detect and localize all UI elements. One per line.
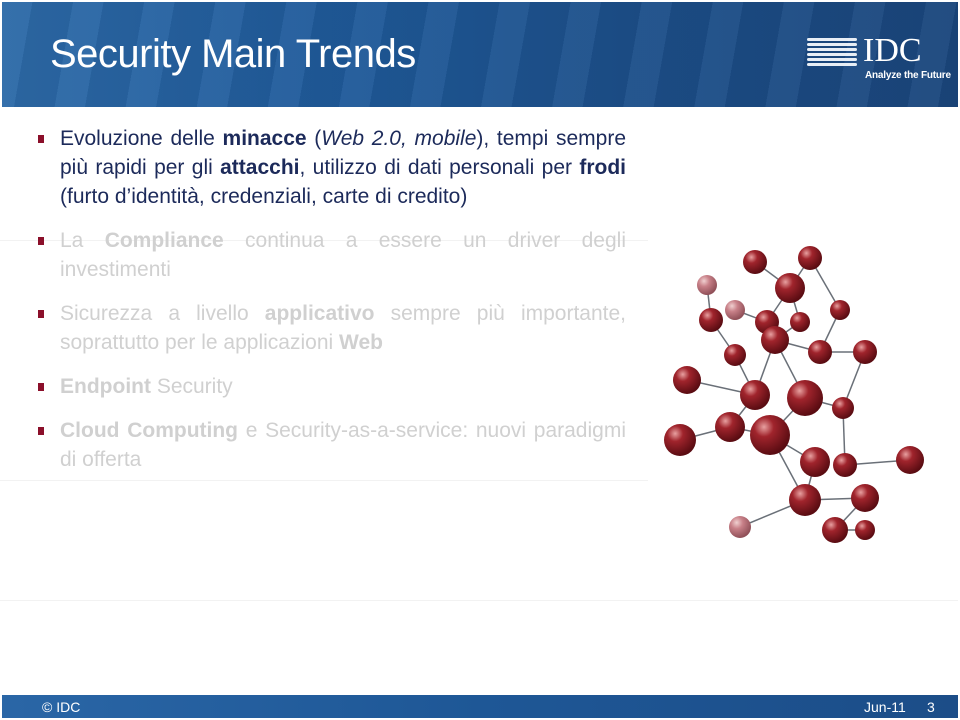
bullet-text: minacce bbox=[222, 127, 307, 150]
molecule-atom bbox=[775, 273, 805, 303]
bullet-text: applicativo bbox=[264, 302, 375, 325]
bullet-item: Evoluzione delle minacce (Web 2.0, mobil… bbox=[38, 124, 626, 211]
molecule-atom bbox=[750, 415, 790, 455]
copyright: © IDC bbox=[42, 699, 81, 715]
molecule-atom bbox=[896, 446, 924, 474]
molecule-atom bbox=[830, 300, 850, 320]
bullet-text: Endpoint bbox=[60, 375, 151, 398]
molecule-atom bbox=[715, 412, 745, 442]
molecule-atom bbox=[787, 380, 823, 416]
molecule-atom bbox=[697, 275, 717, 295]
molecule-atom bbox=[740, 380, 770, 410]
molecule-atom bbox=[743, 250, 767, 274]
bullet-text: ( bbox=[306, 127, 322, 150]
bullet-item: Cloud Computing e Security-as-a-service:… bbox=[38, 416, 626, 474]
bullet-text: Security bbox=[150, 375, 233, 398]
molecule-atom bbox=[790, 312, 810, 332]
molecule-atom bbox=[832, 397, 854, 419]
molecule-atom bbox=[808, 340, 832, 364]
molecule-atom bbox=[699, 308, 723, 332]
footer-date: Jun-11 bbox=[864, 699, 906, 715]
slide-header: Security Main Trends IDC Analyze the Fut… bbox=[2, 2, 958, 107]
bullet-text: La bbox=[60, 229, 105, 252]
bullet-text: Compliance bbox=[104, 229, 224, 252]
bullet-square-icon bbox=[38, 135, 44, 143]
molecule-atom bbox=[800, 447, 830, 477]
molecule-atom bbox=[725, 300, 745, 320]
molecule-atom bbox=[833, 453, 857, 477]
bullet-text: Evoluzione delle bbox=[60, 127, 223, 150]
bullet-item: Sicurezza a livello applicativo sempre p… bbox=[38, 299, 626, 357]
bullet-square-icon bbox=[38, 310, 44, 318]
bullet-text: (furto d’identità, credenziali, carte di… bbox=[60, 185, 468, 208]
bullet-square-icon bbox=[38, 427, 44, 435]
molecule-atom bbox=[853, 340, 877, 364]
page-number: 3 bbox=[927, 699, 935, 715]
bullet-square-icon bbox=[38, 237, 44, 245]
bullet-text: attacchi bbox=[220, 156, 300, 179]
molecule-atom bbox=[664, 424, 696, 456]
bullet-text: Web bbox=[339, 331, 383, 354]
bullet-text: Cloud Computing bbox=[60, 419, 238, 442]
molecule-atom bbox=[798, 246, 822, 270]
molecule-atom bbox=[851, 484, 879, 512]
bullet-item: Endpoint Security bbox=[38, 372, 626, 401]
bullet-text: , utilizzo di dati personali per bbox=[299, 156, 580, 179]
bullet-text: Web 2.0, mobile bbox=[321, 127, 477, 150]
molecule-image bbox=[664, 246, 924, 543]
bullet-square-icon bbox=[38, 383, 44, 391]
molecule-atom bbox=[855, 520, 875, 540]
slide-title: Security Main Trends bbox=[50, 32, 416, 76]
slide-footer: © IDC Jun-11 3 bbox=[2, 695, 958, 718]
molecule-atom bbox=[673, 366, 701, 394]
molecule-atom bbox=[761, 326, 789, 354]
molecule-atom bbox=[789, 484, 821, 516]
bullet-list: Evoluzione delle minacce (Web 2.0, mobil… bbox=[38, 124, 626, 489]
globe-icon bbox=[807, 36, 857, 76]
bullet-text: Sicurezza a livello bbox=[60, 302, 265, 325]
bullet-text: frodi bbox=[579, 156, 626, 179]
idc-logo: IDC Analyze the Future bbox=[807, 32, 957, 87]
molecule-atom bbox=[822, 517, 848, 543]
molecule-atom bbox=[724, 344, 746, 366]
molecule-atom bbox=[729, 516, 751, 538]
divider bbox=[0, 600, 958, 601]
bullet-item: La Compliance continua a essere un drive… bbox=[38, 226, 626, 284]
